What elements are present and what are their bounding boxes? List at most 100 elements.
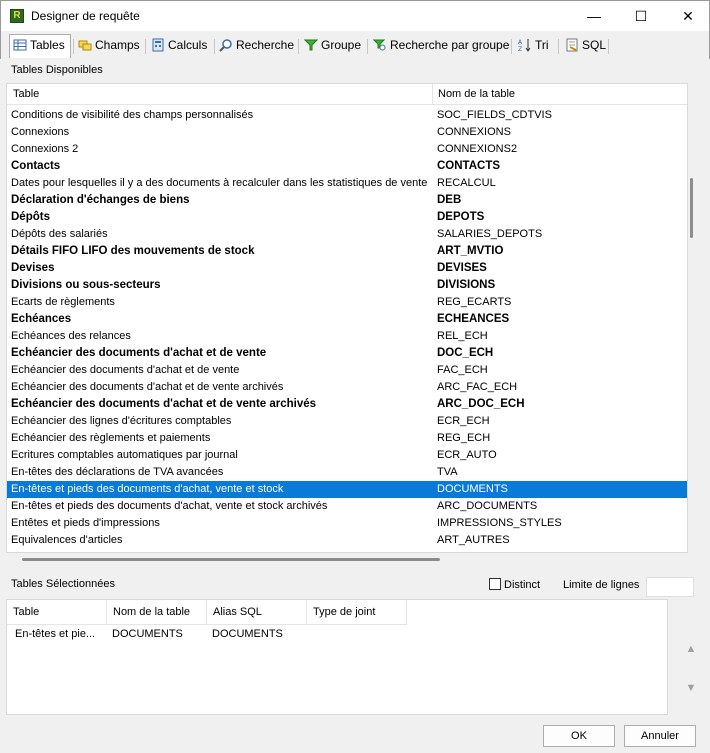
table-row[interactable]: Entêtes et pieds d'impressions IMPRESSION… [7,515,687,532]
table-name-cell: ARC_DOC_ECH [437,398,525,410]
table-name-cell: CONNEXIONS2 [437,143,518,155]
table-row[interactable]: Echéancier des documents d'achat et de v… [7,345,687,362]
table-name-cell: IMPRESSIONS_STYLES [437,517,562,529]
funnel-icon [304,39,318,51]
ok-button[interactable]: OK [543,725,615,747]
table-row[interactable]: Conditions de visibilité des champs pers… [7,107,687,124]
available-tables-header: Table Nom de la table [7,84,687,105]
table-row[interactable]: Echéancier des lignes d'écritures compta… [7,413,687,430]
table-row[interactable]: Ecritures comptables automatiques par jo… [7,447,687,464]
cancel-button[interactable]: Annuler [624,725,696,747]
tab-label: Champs [95,38,140,52]
move-down-arrow-icon[interactable]: ▼ [682,680,700,696]
table-name-cell: ART_AUTRES [437,534,510,546]
table-name-cell: DEVISES [437,262,487,274]
tab-champs[interactable]: Champs [75,35,140,57]
table-name-cell: ARC_FAC_ECH [437,381,518,393]
maximize-button[interactable]: ☐ [618,1,664,31]
table-row[interactable]: Echéances des relances REL_ECH [7,328,687,345]
tab-tables[interactable]: Tables [9,34,71,58]
table-row[interactable]: Divisions ou sous-secteurs DIVISIONS [7,277,687,294]
table-label-cell: En-têtes des déclarations de TVA avancée… [11,466,224,478]
table-row[interactable]: Déclaration d'échanges de biens DEB [7,192,687,209]
selected-tables-list[interactable]: Table Nom de la table Alias SQL Type de … [6,599,668,715]
table-row[interactable]: Dates pour lesquelles il y a des documen… [7,175,687,192]
column-header-table[interactable]: Table [13,88,39,100]
column-header-sql-alias[interactable]: Alias SQL [207,600,307,625]
table-row[interactable]: Détails FIFO LIFO des mouvements de stoc… [7,243,687,260]
table-name-cell: CONNEXIONS [437,126,511,138]
calculator-icon [152,38,164,52]
window-title: Designer de requête [31,9,140,23]
distinct-label: Distinct [504,579,541,591]
table-row[interactable]: Echéancier des documents d'achat et de v… [7,396,687,413]
table-label-cell: Dépôts des salariés [11,228,108,240]
table-row[interactable]: Dépôts DEPOTS [7,209,687,226]
column-header-table[interactable]: Table [7,600,107,625]
table-row[interactable]: Contacts CONTACTS [7,158,687,175]
table-row[interactable]: En-têtes et pieds des documents d'achat,… [7,481,687,498]
tab-recherche[interactable]: Recherche [216,35,294,57]
svg-text:A: A [518,39,523,46]
title-bar: R Designer de requête — ☐ ✕ [0,0,710,31]
tab-sql[interactable]: SQL [562,35,606,57]
table-name-cell: ECR_ECH [437,415,490,427]
minimize-button[interactable]: — [571,1,617,31]
horizontal-scrollbar-thumb[interactable] [22,558,440,561]
tab-label: Tables [30,38,65,52]
table-name-cell: CONTACTS [437,160,501,172]
selected-table-name-cell: DOCUMENTS [112,628,183,640]
table-name-cell: ECHEANCES [437,313,510,325]
tab-groupe[interactable]: Groupe [301,35,361,57]
table-row[interactable]: En-têtes des déclarations de TVA avancée… [7,464,687,481]
table-label-cell: Echéancier des documents d'achat et de v… [11,364,240,376]
table-label-cell: Echéancier des règlements et paiements [11,432,211,444]
table-name-cell: ARC_DOCUMENTS [437,500,538,512]
column-header-join-type[interactable]: Type de joint [307,600,407,625]
table-name-cell: ECR_AUTO [437,449,497,461]
table-name-cell: DOC_ECH [437,347,494,359]
table-row[interactable]: Connexions CONNEXIONS [7,124,687,141]
table-label-cell: Dates pour lesquelles il y a des documen… [11,177,428,189]
table-row[interactable]: Echéancier des documents d'achat et de v… [7,379,687,396]
table-name-cell: DEPOTS [437,211,485,223]
selected-alias-cell: DOCUMENTS [212,628,283,640]
table-name-cell: TVA [437,466,458,478]
table-name-cell: RECALCUL [437,177,496,189]
tab-recherche-par-groupe[interactable]: Recherche par groupe [370,35,509,57]
tab-bar: Tables Champs Calculs Recherche Groupe R… [0,31,710,59]
row-limit-input[interactable] [646,577,694,597]
table-name-cell: SOC_FIELDS_CDTVIS [437,109,552,121]
table-label-cell: Echéancier des documents d'achat et de v… [11,347,267,359]
table-row[interactable]: Echéances ECHEANCES [7,311,687,328]
close-button[interactable]: ✕ [665,1,710,31]
table-label-cell: Connexions 2 [11,143,79,155]
vertical-scrollbar-thumb[interactable] [690,178,693,238]
distinct-checkbox[interactable] [489,578,501,590]
table-label-cell: Déclaration d'échanges de biens [11,194,190,206]
tab-label: Recherche par groupe [390,38,510,52]
tab-label: Recherche [236,38,295,52]
table-row[interactable]: Echéancier des documents d'achat et de v… [7,362,687,379]
table-name-cell: SALARIES_DEPOTS [437,228,543,240]
tab-tri[interactable]: AZ Tri [515,35,549,57]
table-row[interactable]: Devises DEVISES [7,260,687,277]
table-row[interactable]: Connexions 2 CONNEXIONS2 [7,141,687,158]
table-row[interactable]: En-têtes et pieds des documents d'achat,… [7,498,687,515]
table-row[interactable]: Ecarts de règlements REG_ECARTS [7,294,687,311]
table-row[interactable]: Equivalences d'articles ART_AUTRES [7,532,687,549]
table-name-cell: DEB [437,194,462,206]
table-row[interactable]: Dépôts des salariés SALARIES_DEPOTS [7,226,687,243]
app-icon: R [10,9,24,23]
column-header-table-name[interactable]: Nom de la table [438,88,515,100]
table-name-cell: REG_ECH [437,432,491,444]
table-label-cell: Ecritures comptables automatiques par jo… [11,449,238,461]
row-limit-label: Limite de lignes [563,579,640,591]
selected-table-cell: En-têtes et pie... [15,628,96,640]
available-tables-list[interactable]: Table Nom de la table Conditions de visi… [6,83,688,553]
tab-calculs[interactable]: Calculs [148,35,207,57]
column-header-table-name[interactable]: Nom de la table [107,600,207,625]
move-up-arrow-icon[interactable]: ▲ [682,641,700,657]
table-row[interactable]: Echéancier des règlements et paiements RE… [7,430,687,447]
table-label-cell: Entêtes et pieds d'impressions [11,517,160,529]
